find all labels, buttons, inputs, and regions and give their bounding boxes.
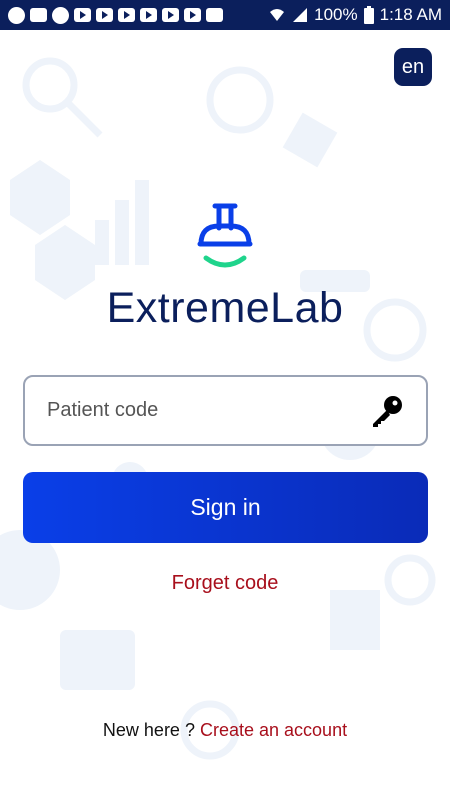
patient-code-input[interactable] [47,399,370,422]
youtube-icon [184,8,201,22]
brand-name: ExtremeLab [106,284,344,332]
forget-code-link[interactable]: Forget code [0,572,450,595]
flask-icon [197,203,253,268]
signal-icon [293,8,308,22]
youtube-icon [140,8,157,22]
chat-icon [52,6,69,24]
youtube-icon [96,8,113,22]
battery-icon [363,6,374,24]
language-button[interactable]: en [394,48,432,86]
wifi-icon [270,9,285,21]
new-here-text: New here ? [102,720,195,740]
create-account-link[interactable]: Create an account [200,720,347,740]
sync-icon [8,6,25,24]
status-bar: 100% 1:18 AM [0,0,450,30]
youtube-icon [162,8,179,22]
image-icon [30,8,47,22]
sign-in-button[interactable]: Sign in [23,472,428,543]
clock: 1:18 AM [379,5,442,24]
battery-percent: 100% [314,5,358,24]
patient-code-field[interactable] [23,375,428,446]
system-status: 100% 1:18 AM [268,5,442,25]
key-icon[interactable] [370,394,404,428]
youtube-icon [74,8,91,22]
mail-icon [206,8,223,22]
youtube-icon [118,8,135,22]
signup-footer: New here ? Create an account [0,720,450,741]
notification-icons [8,6,223,24]
